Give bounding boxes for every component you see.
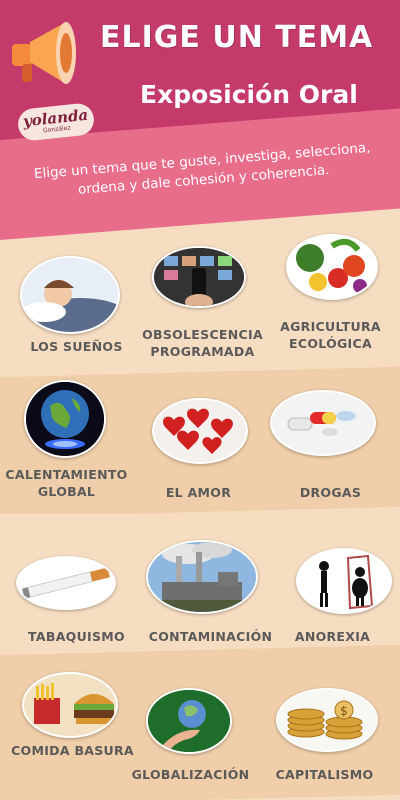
topic-label: AGRICULTURA ECOLÓGICA — [280, 319, 381, 351]
topic-label: GLOBALIZACIÓN — [131, 767, 250, 782]
pills-icon — [270, 390, 376, 456]
page-title: ELIGE UN TEMA — [100, 20, 374, 55]
page-subtitle: Exposición Oral — [140, 80, 358, 109]
infographic: ELIGE UN TEMA Exposición Oral yolanda Go… — [0, 0, 400, 800]
megaphone-icon — [12, 22, 76, 84]
topic-label: COMIDA BASURA — [11, 743, 134, 758]
topic-label: LOS SUEÑOS — [30, 339, 123, 354]
topic-label: DROGAS — [299, 485, 362, 500]
logo-subtitle: González — [42, 124, 71, 135]
svg-text:$: $ — [340, 704, 348, 718]
coins-icon: $ — [276, 688, 378, 752]
cigarette-icon — [16, 556, 116, 610]
topic-label: ANOREXIA — [294, 629, 371, 644]
mirror-silhouette-icon — [296, 548, 392, 614]
hand-globe-icon — [146, 688, 232, 754]
fast-food-icon — [22, 672, 118, 738]
topic-label: CALENTAMIENTO GLOBAL — [5, 467, 128, 499]
hearts-icon — [152, 398, 248, 464]
topic-label: CONTAMINACIÓN — [148, 629, 273, 644]
topic-label: CAPITALISMO — [275, 767, 374, 782]
vegetables-icon — [286, 234, 378, 300]
topic-label: TABAQUISMO — [28, 629, 125, 644]
burning-globe-icon — [24, 380, 106, 458]
sleeping-child-icon — [20, 256, 120, 334]
factory-icon — [146, 540, 258, 614]
tv-remote-icon — [152, 246, 246, 308]
topic-label: OBSOLESCENCIA PROGRAMADA — [142, 327, 263, 359]
topic-label: EL AMOR — [165, 485, 232, 500]
